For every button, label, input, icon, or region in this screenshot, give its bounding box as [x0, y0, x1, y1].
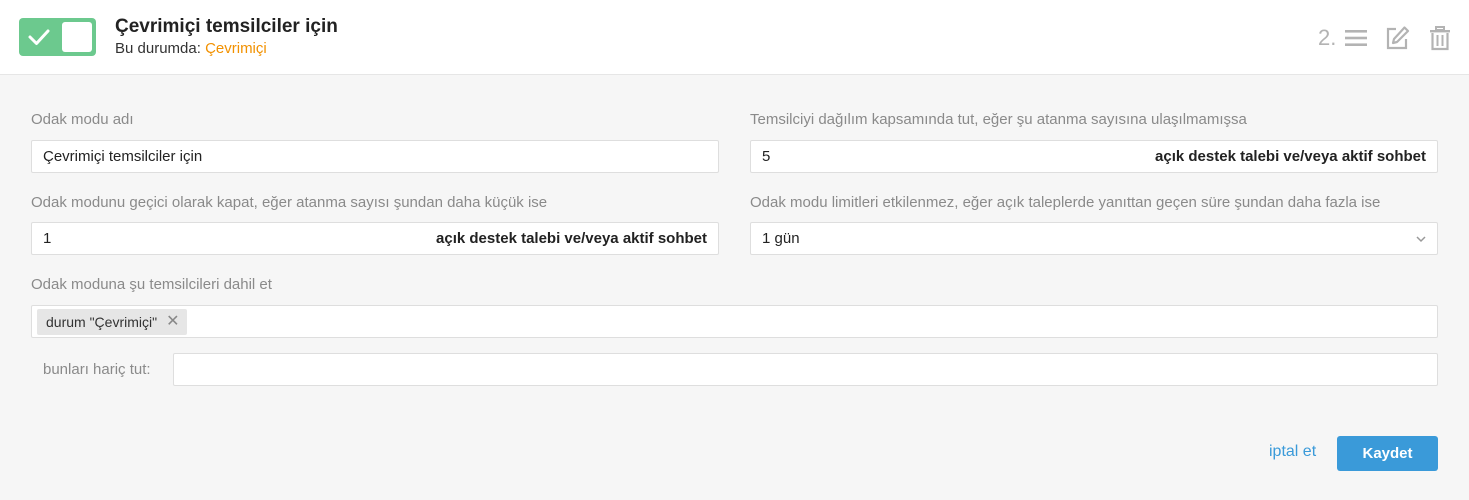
cancel-link[interactable]: iptal et: [1269, 443, 1316, 461]
exclude-field[interactable]: [173, 353, 1438, 386]
include-tag-label: durum "Çevrimiçi": [46, 314, 158, 330]
keep-in-distribution-field[interactable]: 5 açık destek talebi ve/veya aktif sohbe…: [750, 140, 1438, 173]
status-line: Bu durumda: Çevrimiçi: [115, 40, 267, 57]
pause-field[interactable]: 1 açık destek talebi ve/veya aktif sohbe…: [31, 222, 719, 255]
toggle-knob: [62, 22, 92, 52]
remove-tag-icon[interactable]: ✕: [166, 314, 179, 330]
pause-count-value: 1: [43, 230, 52, 247]
name-label: Odak modu adı: [31, 111, 134, 128]
keep-count-value: 5: [762, 148, 771, 165]
limit-label: Odak modu limitleri etkilenmez, eğer açı…: [750, 194, 1381, 211]
include-label: Odak moduna şu temsilcileri dahil et: [31, 276, 272, 293]
limit-value: 1 gün: [762, 230, 800, 247]
page-title: Çevrimiçi temsilciler için: [115, 16, 338, 37]
keep-in-distribution-label: Temsilciyi dağılım kapsamında tut, eğer …: [750, 111, 1247, 128]
name-field[interactable]: Çevrimiçi temsilciler için: [31, 140, 719, 173]
limit-select[interactable]: 1 gün: [750, 222, 1438, 255]
order-number: 2.: [1318, 25, 1337, 50]
status-value: Çevrimiçi: [205, 40, 267, 57]
focus-mode-header: Çevrimiçi temsilciler için Bu durumda: Ç…: [0, 0, 1469, 75]
name-value: Çevrimiçi temsilciler için: [43, 148, 203, 165]
include-tag: durum "Çevrimiçi" ✕: [37, 309, 188, 335]
trash-icon[interactable]: [1427, 25, 1453, 51]
focus-mode-toggle[interactable]: [19, 18, 96, 56]
exclude-label: bunları hariç tut:: [43, 361, 151, 378]
status-prefix: Bu durumda:: [115, 40, 201, 57]
chevron-down-icon: [1416, 236, 1426, 243]
include-field[interactable]: durum "Çevrimiçi" ✕: [31, 305, 1438, 338]
check-icon: [28, 29, 50, 45]
save-button[interactable]: Kaydet: [1337, 436, 1438, 471]
pause-count-unit: açık destek talebi ve/veya aktif sohbet: [436, 230, 707, 247]
keep-count-unit: açık destek talebi ve/veya aktif sohbet: [1155, 148, 1426, 165]
edit-icon[interactable]: [1384, 25, 1410, 51]
reorder-icon[interactable]: [1343, 25, 1369, 51]
pause-label: Odak modunu geçici olarak kapat, eğer at…: [31, 194, 548, 211]
